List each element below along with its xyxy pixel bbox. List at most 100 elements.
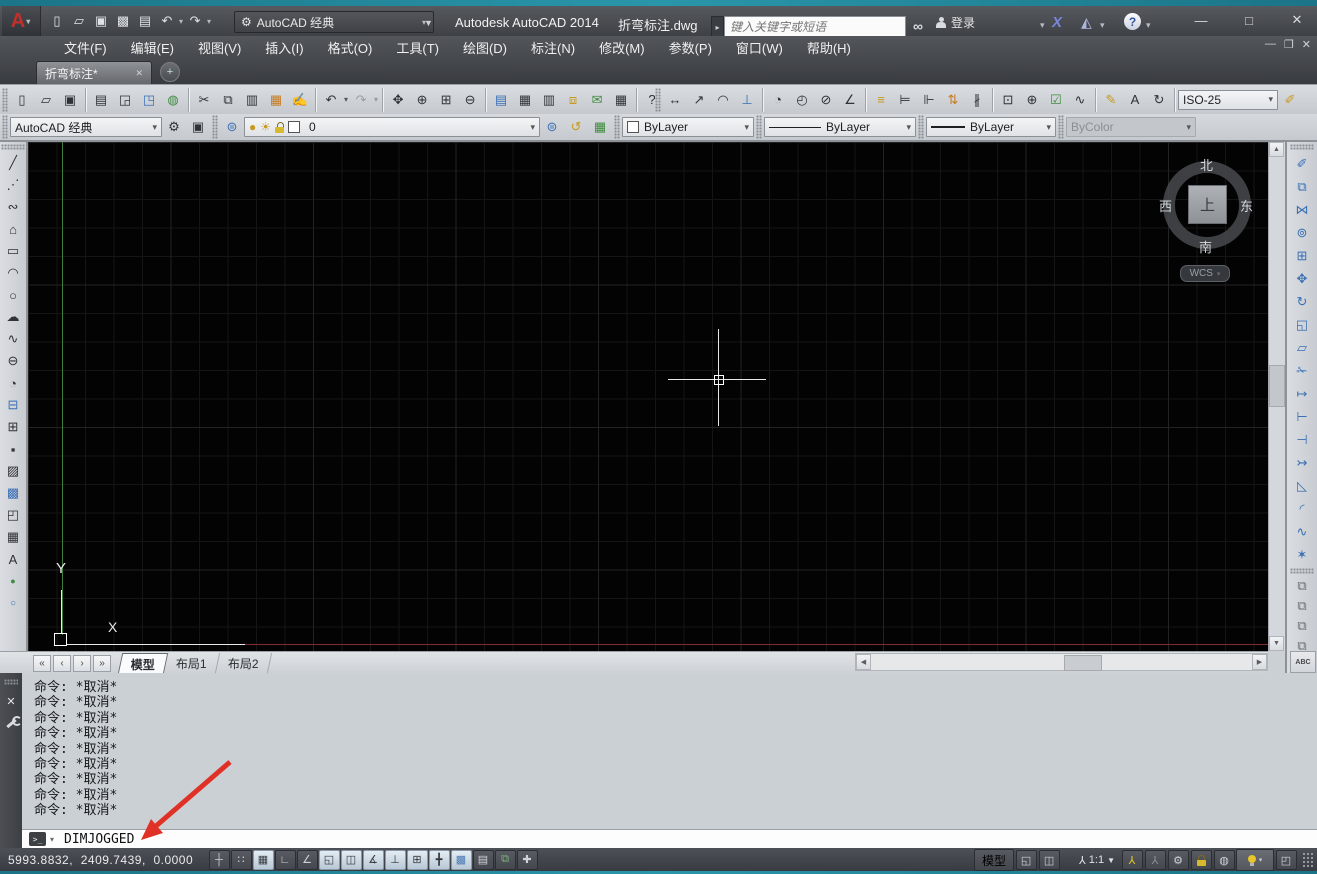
rotate-icon[interactable]: ↻: [1290, 290, 1314, 313]
menu-draw[interactable]: 绘图(D): [451, 36, 519, 58]
workspace-dropdown[interactable]: AutoCAD 经典 ▾: [10, 117, 162, 137]
search-expand-button[interactable]: ▸: [711, 16, 724, 38]
dim-jog-line-icon[interactable]: ∿: [1069, 89, 1091, 111]
mirror-icon[interactable]: ⋈: [1290, 198, 1314, 221]
dim-radius-icon[interactable]: ◔: [767, 89, 789, 111]
selection-cycling-toggle[interactable]: ⧉: [494, 849, 516, 870]
break-icon[interactable]: ⊣: [1290, 428, 1314, 451]
drawing-canvas[interactable]: Y X 上 北 西 东 南 WCS ▾: [28, 142, 1268, 651]
workspace-switch-gear-icon[interactable]: ⚙: [1167, 850, 1189, 870]
rectangle-icon[interactable]: ▭: [2, 240, 24, 262]
match-properties-icon[interactable]: ✍: [289, 89, 311, 111]
viewcube-west[interactable]: 西: [1159, 196, 1172, 215]
window-close-button[interactable]: ✕: [1282, 9, 1312, 31]
menu-tools[interactable]: 工具(T): [384, 36, 451, 58]
quick-calc-icon[interactable]: ▦: [610, 89, 632, 111]
vertical-scroll-thumb[interactable]: [1269, 365, 1285, 407]
blend-curves-icon[interactable]: ∿: [1290, 520, 1314, 543]
draworder-front-icon[interactable]: ⧉: [1290, 576, 1314, 596]
menu-edit[interactable]: 编辑(E): [119, 36, 186, 58]
quick-view-layouts-icon[interactable]: ◱: [1015, 850, 1037, 870]
revision-cloud-icon[interactable]: ☁: [2, 306, 24, 328]
dynamic-ucs-toggle[interactable]: ⊥: [384, 849, 406, 870]
tab-nav-first-button[interactable]: «: [33, 654, 51, 672]
scroll-left-button[interactable]: ◀: [856, 654, 871, 670]
design-center-icon[interactable]: ▦: [514, 89, 536, 111]
dim-break-icon[interactable]: ∦: [966, 89, 988, 111]
menu-help[interactable]: 帮助(H): [795, 36, 863, 58]
undo-icon[interactable]: ↶: [320, 89, 342, 111]
scroll-right-button[interactable]: ▶: [1252, 654, 1267, 670]
signin-area[interactable]: 登录: [936, 14, 975, 31]
toolbar-grip[interactable]: [212, 115, 218, 139]
redo-caret-icon[interactable]: ▾: [374, 95, 378, 104]
construction-line-icon[interactable]: ⋰: [2, 174, 24, 196]
grid-display-toggle[interactable]: ▦: [252, 849, 274, 870]
window-minimize-button[interactable]: —: [1186, 9, 1216, 31]
ui-lock-status-icon[interactable]: [1190, 850, 1212, 870]
offset-icon[interactable]: ⊚: [1290, 221, 1314, 244]
publish-icon[interactable]: ◳: [138, 89, 160, 111]
table-icon[interactable]: ▦: [2, 526, 24, 548]
command-close-icon[interactable]: ✕: [6, 695, 15, 708]
tab-layout1[interactable]: 布局1: [163, 653, 220, 673]
break-at-point-icon[interactable]: ⊢: [1290, 405, 1314, 428]
stretch-icon[interactable]: ▱: [1290, 336, 1314, 359]
qat-overflow-caret-icon[interactable]: ▼: [424, 18, 433, 28]
dim-diameter-icon[interactable]: ⊘: [815, 89, 837, 111]
draworder-above-icon[interactable]: ⧉: [1290, 616, 1314, 636]
tab-nav-prev-button[interactable]: ‹: [53, 654, 71, 672]
workspace-settings-icon[interactable]: ⚙: [163, 116, 185, 138]
doc-restore-button[interactable]: ❐: [1284, 38, 1294, 51]
qat-undo-icon[interactable]: ↶: [156, 9, 178, 33]
dim-ordinate-icon[interactable]: ⊥: [736, 89, 758, 111]
properties-palette-icon[interactable]: ▤: [490, 89, 512, 111]
qat-redo-caret-icon[interactable]: ▾: [207, 17, 211, 26]
qat-open-icon[interactable]: ▱: [68, 9, 90, 33]
hatch-icon[interactable]: ▨: [2, 460, 24, 482]
layer-states-icon[interactable]: ▦: [589, 116, 611, 138]
qat-saveas-icon[interactable]: ▩: [112, 9, 134, 33]
dim-jogged-icon[interactable]: ◴: [791, 89, 813, 111]
dim-aligned-icon[interactable]: ↗: [688, 89, 710, 111]
qat-redo-icon[interactable]: ↷: [184, 9, 206, 33]
dim-edit-icon[interactable]: ✎: [1100, 89, 1122, 111]
insert-block-icon[interactable]: ⊟: [2, 394, 24, 416]
undo-caret-icon[interactable]: ▾: [344, 95, 348, 104]
move-icon[interactable]: ✥: [1290, 267, 1314, 290]
qat-new-icon[interactable]: ▯: [46, 9, 68, 33]
toolbar-grip[interactable]: [2, 87, 8, 112]
search-input[interactable]: [725, 17, 905, 37]
paste-special-icon[interactable]: ▦: [265, 89, 287, 111]
tab-nav-next-button[interactable]: ›: [73, 654, 91, 672]
command-input[interactable]: [62, 830, 467, 848]
horizontal-scroll-thumb[interactable]: [1064, 655, 1102, 671]
menu-modify[interactable]: 修改(M): [587, 36, 657, 58]
layer-dropdown[interactable]: ● ☀ 0 ▾: [244, 117, 540, 137]
dim-update-icon[interactable]: ↻: [1148, 89, 1170, 111]
annotation-monitor-toggle[interactable]: ✚: [516, 849, 538, 870]
zoom-window-icon[interactable]: ⊞: [435, 89, 457, 111]
make-block-icon[interactable]: ⊞: [2, 416, 24, 438]
menu-dimension[interactable]: 标注(N): [519, 36, 587, 58]
dim-space-icon[interactable]: ⇅: [942, 89, 964, 111]
app-menu-button[interactable]: A ▾: [2, 6, 41, 36]
command-panel-grip[interactable]: [4, 679, 18, 685]
toolbar-grip[interactable]: [918, 115, 924, 139]
3d-dwf-icon[interactable]: ◍: [162, 89, 184, 111]
donut-icon[interactable]: ○: [2, 592, 24, 614]
quick-properties-toggle[interactable]: ▤: [472, 849, 494, 870]
window-maximize-button[interactable]: □: [1234, 9, 1264, 31]
toolbar-grip[interactable]: [1290, 568, 1314, 574]
viewcube-east[interactable]: 东: [1240, 196, 1253, 215]
file-tab-close-icon[interactable]: ✕: [135, 68, 143, 79]
menu-insert[interactable]: 插入(I): [253, 36, 315, 58]
dim-center-mark-icon[interactable]: ⊕: [1021, 89, 1043, 111]
dim-style-dropdown[interactable]: ISO-25 ▾: [1178, 89, 1278, 110]
isolate-objects-button[interactable]: ▾: [1236, 849, 1274, 871]
chamfer-icon[interactable]: ◺: [1290, 474, 1314, 497]
qat-save-icon[interactable]: ▣: [90, 9, 112, 33]
spell-check-icon[interactable]: ABC: [1290, 651, 1316, 673]
copy-icon[interactable]: ⧉: [217, 89, 239, 111]
layer-properties-icon[interactable]: ⊜: [221, 116, 243, 138]
